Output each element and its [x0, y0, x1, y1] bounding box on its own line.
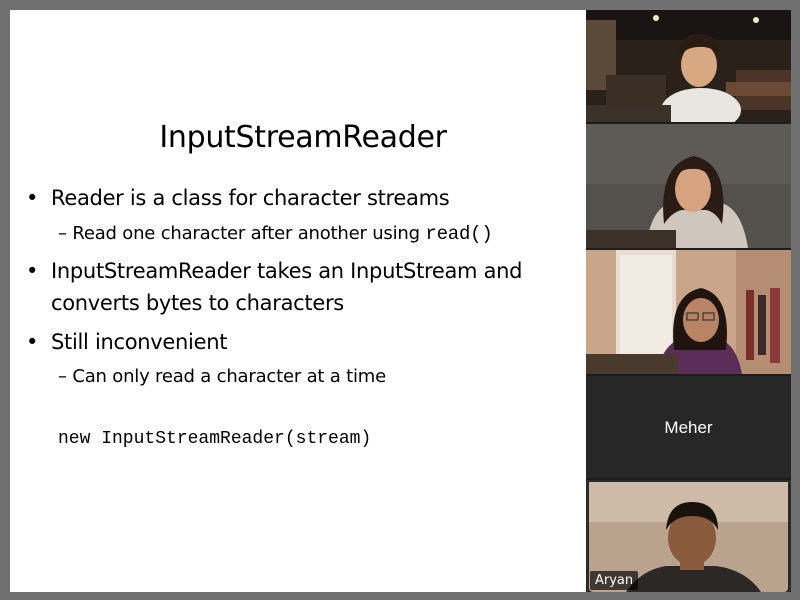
- shared-slide: InputStreamReader • Reader is a class fo…: [10, 10, 586, 592]
- bullet-1-sub-1-text: – Read one character after another using: [58, 223, 426, 244]
- bullet-1-sub-1-code: read(): [425, 223, 493, 245]
- screen-share-window: InputStreamReader • Reader is a class fo…: [0, 0, 800, 600]
- bullet-dot: •: [26, 330, 39, 354]
- bullet-2-text-line2: converts bytes to characters: [51, 291, 344, 315]
- bullet-1-sub-1: – Read one character after another using…: [58, 221, 493, 247]
- participant-tile[interactable]: [586, 250, 791, 374]
- bullet-dot: •: [26, 259, 39, 283]
- bullet-3-sub-1-text: – Can only read a character at a time: [58, 366, 386, 387]
- participant-video: [586, 10, 791, 122]
- participant-video: [586, 250, 791, 374]
- participant-gallery[interactable]: Meher Aryan: [586, 10, 791, 592]
- code-example: new InputStreamReader(stream): [58, 429, 372, 449]
- bullet-2-text-line1: InputStreamReader takes an InputStream a…: [51, 259, 523, 283]
- bullet-dot: •: [26, 186, 39, 210]
- participant-name-tag: Aryan: [590, 571, 639, 590]
- slide-title: InputStreamReader: [159, 120, 447, 155]
- bullet-1-text: Reader is a class for character streams: [51, 186, 450, 210]
- participant-name: Meher: [664, 418, 713, 437]
- participant-tile[interactable]: Meher: [586, 376, 791, 478]
- participant-video: [586, 124, 791, 248]
- participant-tile[interactable]: [586, 10, 791, 122]
- participant-tile[interactable]: Aryan: [586, 480, 791, 592]
- participant-tile[interactable]: [586, 124, 791, 248]
- bullet-3-text: Still inconvenient: [51, 330, 228, 354]
- bullet-3-sub-1: – Can only read a character at a time: [58, 364, 386, 390]
